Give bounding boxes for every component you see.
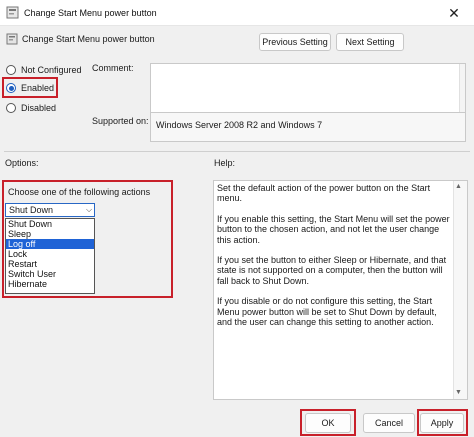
- help-label: Help:: [214, 158, 236, 168]
- radio-label: Disabled: [21, 103, 57, 113]
- section-divider: [4, 151, 470, 152]
- help-paragraph: Set the default action of the power butt…: [217, 183, 431, 204]
- help-scrollbar[interactable]: [453, 181, 467, 399]
- dropdown-item-lock[interactable]: Lock: [6, 249, 94, 259]
- window-title: Change Start Menu power button: [24, 8, 157, 18]
- help-paragraph: If you disable or do not configure this …: [217, 296, 437, 328]
- dropdown-item-restart[interactable]: Restart: [6, 259, 94, 269]
- radio-disabled[interactable]: Disabled: [6, 103, 56, 113]
- dropdown-item-log-off[interactable]: Log off: [6, 239, 94, 249]
- dropdown-item-hibernate[interactable]: Hibernate: [6, 279, 94, 289]
- policy-window-icon: [6, 6, 19, 19]
- dropdown-item-shut-down[interactable]: Shut Down: [6, 219, 94, 229]
- options-caption: Choose one of the following actions: [8, 187, 151, 197]
- help-text: Set the default action of the power butt…: [217, 183, 451, 337]
- supported-on-value: Windows Server 2008 R2 and Windows 7: [156, 120, 323, 130]
- help-paragraph: If you set the button to either Sleep or…: [217, 255, 447, 286]
- radio-label: Not Configured: [21, 65, 82, 75]
- scroll-up-icon[interactable]: ▲: [455, 183, 462, 190]
- cancel-button[interactable]: Cancel: [363, 413, 415, 433]
- radio-button-icon: [6, 65, 16, 75]
- apply-button[interactable]: Apply: [420, 413, 464, 433]
- next-setting-button[interactable]: Next Setting: [336, 33, 404, 51]
- options-label: Options:: [5, 158, 39, 168]
- close-icon[interactable]: ✕: [436, 1, 472, 25]
- radio-not-configured[interactable]: Not Configured: [6, 65, 82, 75]
- comment-label: Comment:: [92, 63, 134, 73]
- help-paragraph: If you enable this setting, the Start Me…: [217, 213, 450, 245]
- radio-button-selected-icon: [6, 83, 16, 93]
- ok-button[interactable]: OK: [305, 413, 351, 433]
- supported-on-label: Supported on:: [92, 116, 149, 126]
- previous-setting-button[interactable]: Previous Setting: [259, 33, 331, 51]
- radio-enabled[interactable]: Enabled: [6, 83, 54, 93]
- comment-textarea[interactable]: [150, 63, 466, 113]
- chevron-down-icon[interactable]: ⌵: [84, 203, 94, 217]
- dropdown-item-sleep[interactable]: Sleep: [6, 229, 94, 239]
- dropdown-selected-value: Shut Down: [9, 205, 54, 215]
- power-action-dropdown[interactable]: Shut Down: [5, 203, 95, 217]
- radio-label: Enabled: [21, 83, 55, 93]
- dropdown-list[interactable]: Shut Down Sleep Log off Lock Restart Swi…: [5, 218, 95, 294]
- dropdown-item-switch-user[interactable]: Switch User: [6, 269, 94, 279]
- scroll-down-icon[interactable]: ▼: [455, 389, 462, 396]
- policy-title: Change Start Menu power button: [22, 34, 155, 44]
- policy-setting-icon: [6, 33, 18, 45]
- comment-scrollbar[interactable]: [459, 64, 465, 112]
- radio-button-icon: [6, 103, 16, 113]
